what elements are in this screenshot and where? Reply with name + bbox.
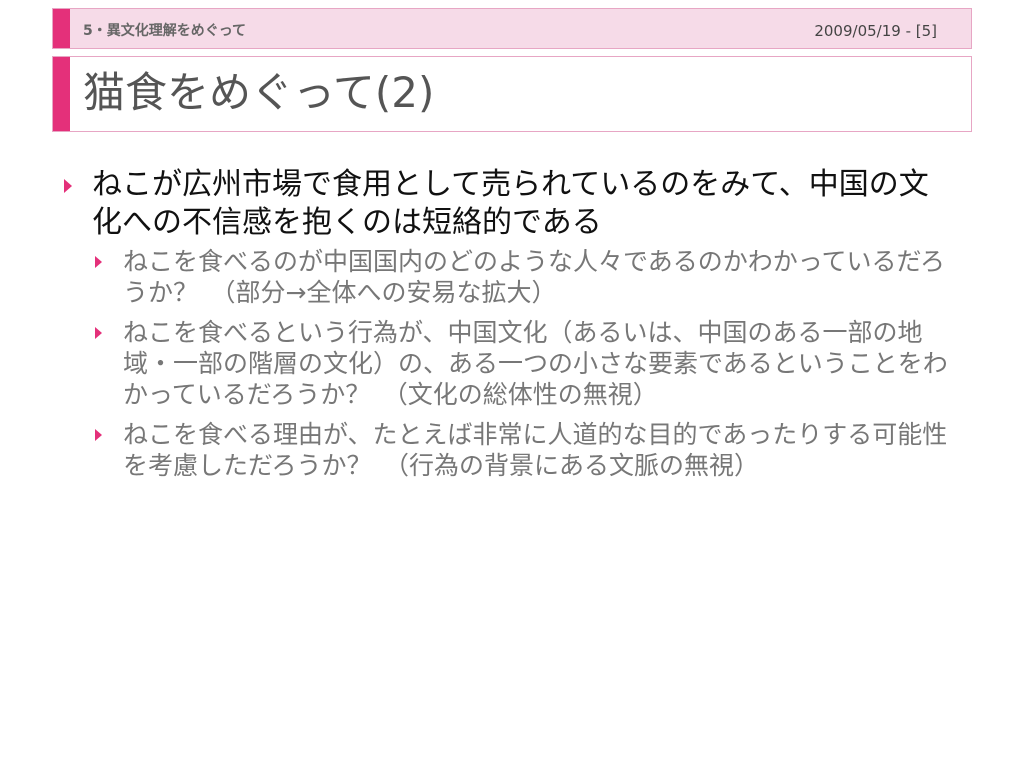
header-accent-stripe xyxy=(53,9,70,48)
slide-date-page: 2009/05/19 - [5] xyxy=(814,22,937,40)
bullet-triangle-icon xyxy=(64,179,72,193)
sub-bullet-item: ねこを食べる理由が、たとえば非常に人道的な目的であったりする可能性を考慮しただろ… xyxy=(87,419,956,481)
bullet-item: ねこが広州市場で食用として売られているのをみて、中国の文化への不信感を抱くのは短… xyxy=(56,166,956,242)
sub-bullet-text: ねこを食べるという行為が、中国文化（あるいは、中国のある一部の地域・一部の階層の… xyxy=(123,318,948,409)
header-bar: 5・異文化理解をめぐって 2009/05/19 - [5] xyxy=(52,8,972,49)
sub-bullet-item: ねこを食べるのが中国国内のどのような人々であるのかわかっているだろうか？ （部分… xyxy=(87,246,956,308)
bullet-text: ねこが広州市場で食用として売られているのをみて、中国の文化への不信感を抱くのは短… xyxy=(92,167,929,240)
title-box: 猫食をめぐって(2) xyxy=(52,56,972,132)
sub-bullet-text: ねこを食べる理由が、たとえば非常に人道的な目的であったりする可能性を考慮しただろ… xyxy=(123,420,948,480)
title-accent-stripe xyxy=(53,57,70,131)
sub-bullet-text: ねこを食べるのが中国国内のどのような人々であるのかわかっているだろうか？ （部分… xyxy=(123,247,946,307)
sub-bullet-item: ねこを食べるという行為が、中国文化（あるいは、中国のある一部の地域・一部の階層の… xyxy=(87,317,956,410)
content-body: ねこが広州市場で食用として売られているのをみて、中国の文化への不信感を抱くのは短… xyxy=(56,166,956,490)
bullet-triangle-icon xyxy=(95,256,102,268)
section-label: 5・異文化理解をめぐって xyxy=(83,23,247,39)
bullet-triangle-icon xyxy=(95,327,102,339)
slide: 5・異文化理解をめぐって 2009/05/19 - [5] 猫食をめぐって(2)… xyxy=(0,0,1024,768)
slide-title: 猫食をめぐって(2) xyxy=(83,68,435,117)
bullet-triangle-icon xyxy=(95,429,102,441)
